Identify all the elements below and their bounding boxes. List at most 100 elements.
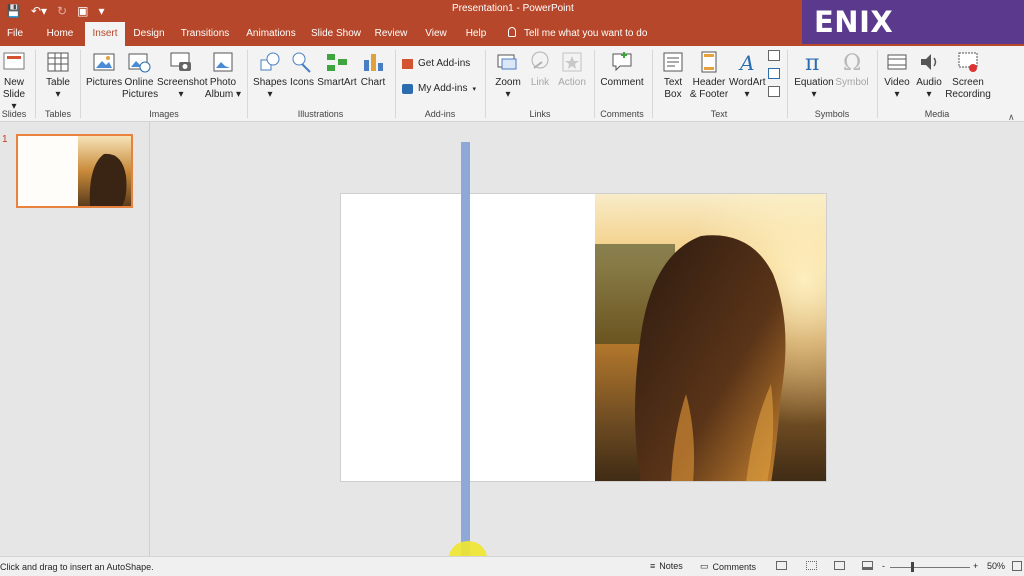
zoom-label: Zoom [495, 77, 521, 88]
tab-slide-show[interactable]: Slide Show [308, 22, 364, 46]
screenshot-icon [170, 52, 191, 71]
group-divider [787, 50, 788, 118]
zoom-button[interactable]: Zoom ▾ [492, 50, 524, 101]
table-icon [47, 52, 69, 72]
fit-slide-icon[interactable] [1012, 561, 1022, 571]
photo-album-label-2: Album ▾ [204, 89, 242, 100]
audio-dropdown-label: ▾ [926, 89, 932, 100]
video-dropdown-label: ▾ [894, 89, 900, 100]
tab-animations[interactable]: Animations [242, 22, 300, 46]
zoom-level[interactable]: 50% [987, 561, 1005, 571]
group-illustrations-label: Illustrations [297, 109, 344, 119]
reading-view-icon[interactable] [834, 561, 845, 570]
screenshot-button[interactable]: Screenshot ▾ [157, 50, 208, 101]
wordart-label: WordArt [729, 77, 766, 88]
photo-album-button[interactable]: Photo Album ▾ [204, 50, 242, 101]
symbol-button[interactable]: Ω Symbol [834, 50, 870, 89]
symbol-label: Symbol [835, 77, 869, 88]
zoom-out-button[interactable]: - [882, 561, 885, 571]
online-pictures-label-2: Pictures [122, 89, 159, 100]
equation-label: Equation [794, 77, 834, 88]
save-icon[interactable]: 💾 [6, 2, 21, 20]
tab-review[interactable]: Review [372, 22, 410, 46]
icons-button[interactable]: Icons [288, 50, 316, 89]
date-time-icon[interactable] [768, 50, 780, 61]
comment-button[interactable]: Comment [600, 50, 644, 89]
undo-icon[interactable]: ↶▾ [31, 2, 47, 20]
object-icon[interactable] [768, 86, 780, 97]
tab-design[interactable]: Design [130, 22, 168, 46]
tab-home[interactable]: Home [38, 22, 82, 46]
shapes-icon [260, 52, 280, 71]
chart-button[interactable]: Chart [358, 50, 388, 89]
tab-insert[interactable]: Insert [85, 22, 125, 46]
chart-icon [364, 54, 383, 71]
screen-recording-label-2: Recording [945, 89, 991, 100]
shapes-button[interactable]: Shapes ▾ [253, 50, 287, 101]
photo-album-icon [213, 52, 233, 72]
header-footer-button[interactable]: Header & Footer [689, 50, 729, 101]
pictures-button[interactable]: Pictures [86, 50, 122, 89]
slide-thumbnail[interactable] [16, 134, 133, 208]
zoom-slider-thumb[interactable] [911, 562, 914, 572]
thumbnail-photo [18, 136, 131, 206]
text-box-icon [663, 52, 683, 72]
slide-canvas[interactable] [340, 193, 827, 482]
tab-view[interactable]: View [420, 22, 452, 46]
comments-icon: ▭ [700, 561, 709, 571]
comments-label: Comments [712, 561, 757, 572]
get-addins-button[interactable]: Get Add-ins [402, 58, 470, 69]
action-button[interactable]: Action [556, 50, 588, 89]
wordart-button[interactable]: A WordArt ▾ [729, 50, 766, 101]
action-label: Action [558, 77, 586, 88]
zoom-slider-track[interactable] [890, 567, 970, 568]
smartart-button[interactable]: SmartArt [317, 50, 357, 89]
online-pictures-button[interactable]: Online Pictures [122, 50, 159, 101]
slide-photo[interactable] [341, 194, 827, 482]
comments-button[interactable]: ▭ Comments [700, 561, 756, 572]
zoom-in-button[interactable]: + [973, 561, 978, 571]
ribbon-tabs: File Home Insert Design Transitions Anim… [0, 22, 802, 46]
get-addins-label: Get Add-ins [418, 58, 471, 69]
brand-watermark: ENIX Tutorials [802, 0, 1024, 83]
table-label: Table [46, 77, 70, 88]
customize-qat-icon[interactable]: ▾ [98, 2, 104, 20]
audio-button[interactable]: Audio ▾ [914, 50, 944, 101]
normal-view-icon[interactable] [776, 561, 787, 570]
chevron-down-icon: ▾ [472, 85, 476, 93]
redo-icon[interactable]: ↻ [57, 2, 67, 20]
equation-button[interactable]: π Equation ▾ [794, 50, 834, 101]
quick-access-toolbar: 💾 ↶▾ ↻ ▣ ▾ [6, 2, 104, 20]
new-slide-button[interactable]: New Slide ▾ [0, 50, 28, 113]
group-links-label: Links [529, 109, 551, 119]
zoom-icon [497, 54, 517, 70]
my-addins-label: My Add-ins [418, 83, 468, 94]
window-title: Presentation1 - PowerPoint [452, 3, 574, 14]
shape-drawing-guide [461, 142, 470, 556]
notes-button[interactable]: ≡ Notes [650, 561, 683, 571]
group-symbols-label: Symbols [814, 109, 850, 119]
tell-me-search[interactable]: Tell me what you want to do [508, 22, 647, 46]
start-from-beginning-icon[interactable]: ▣ [77, 2, 88, 20]
header-footer-label-2: & Footer [689, 89, 729, 100]
group-divider [35, 50, 36, 118]
online-pictures-icon [128, 53, 151, 73]
video-button[interactable]: Video ▾ [882, 50, 912, 101]
link-button[interactable]: Link [526, 50, 554, 89]
puzzle-icon [402, 83, 413, 94]
table-button[interactable]: Table ▾ [42, 50, 74, 101]
photo-album-label: Photo [209, 77, 237, 88]
header-footer-icon [701, 51, 717, 73]
tab-transitions[interactable]: Transitions [176, 22, 234, 46]
group-addins-label: Add-ins [424, 109, 456, 119]
tab-file[interactable]: File [0, 22, 30, 46]
text-box-button[interactable]: Text Box [658, 50, 688, 101]
slide-sorter-icon[interactable] [806, 561, 817, 570]
my-addins-button[interactable]: My Add-ins ▾ [402, 83, 476, 94]
comment-label: Comment [600, 77, 644, 88]
slide-number-icon[interactable] [768, 68, 780, 79]
slide-show-icon[interactable] [862, 561, 873, 570]
screen-recording-label: Screen [952, 77, 984, 88]
tab-help[interactable]: Help [462, 22, 490, 46]
screen-recording-button[interactable]: Screen Recording [945, 50, 991, 101]
